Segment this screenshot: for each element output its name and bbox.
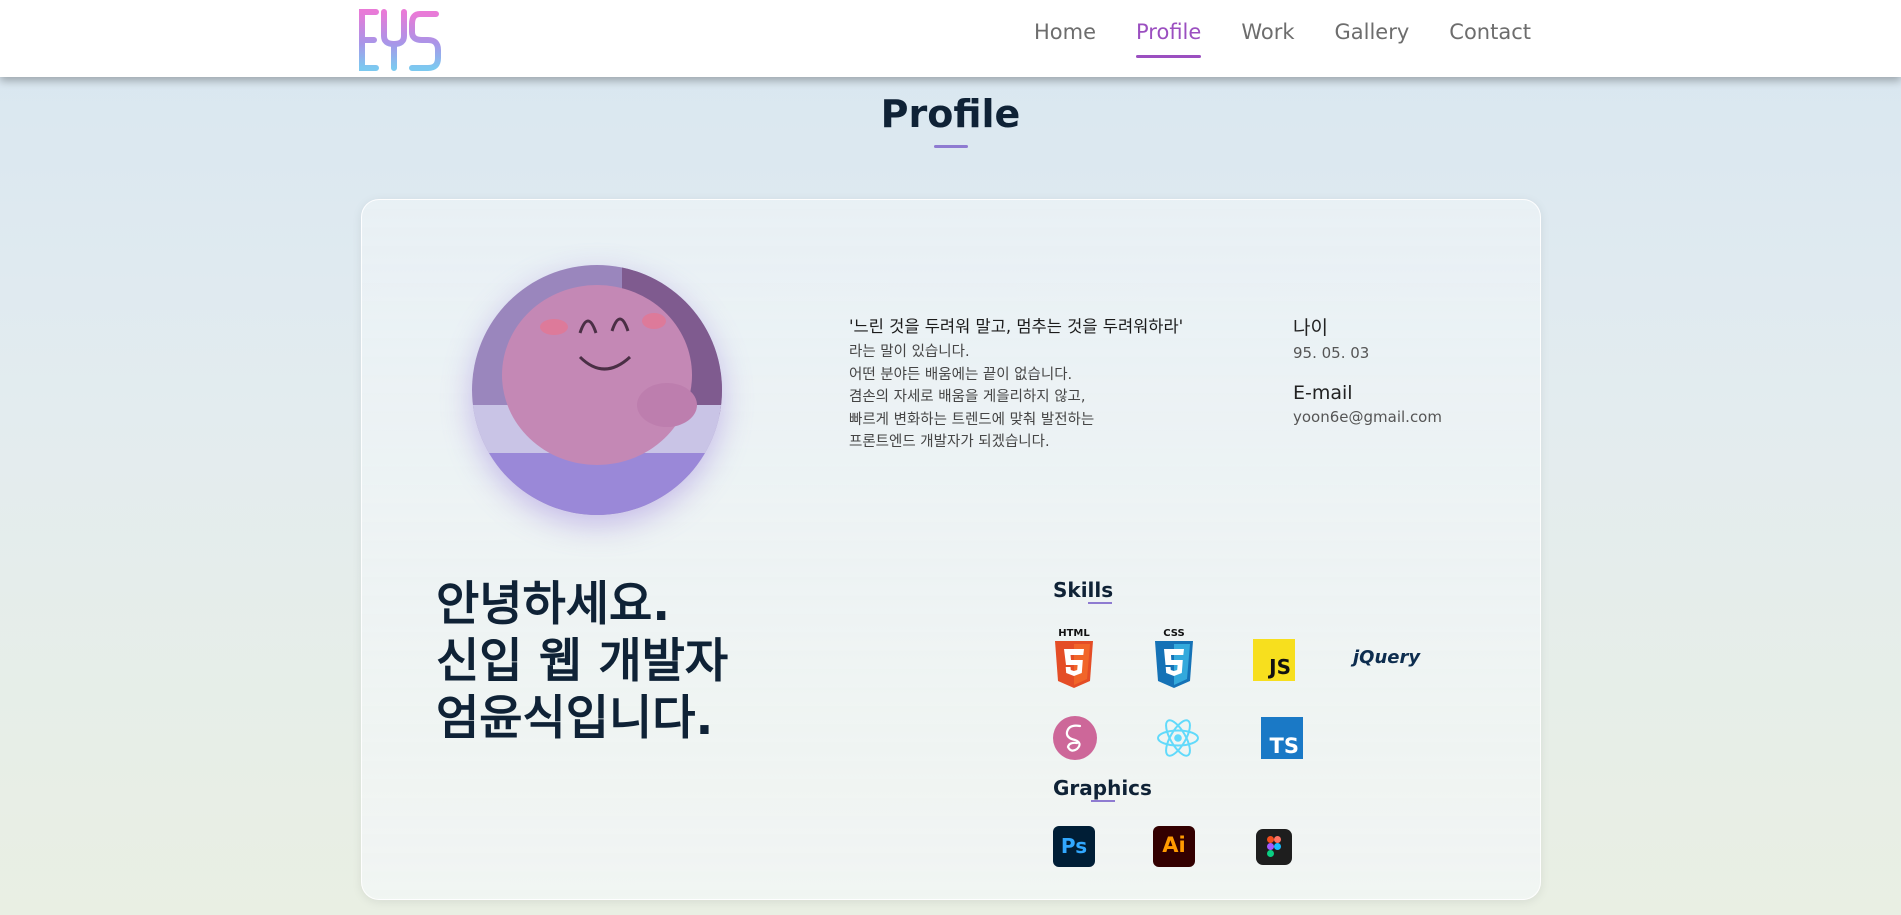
title-underline: [934, 145, 968, 148]
photoshop-icon: Ps: [1053, 826, 1095, 867]
typescript-icon: TS: [1261, 717, 1303, 759]
jquery-icon-label: jQuery: [1353, 647, 1421, 668]
info-block: 나이 95. 05. 03 E-mail yoon6e@gmail.com: [1293, 313, 1442, 426]
quote-title: '느린 것을 두려워 말고, 멈추는 것을 두려워하라': [849, 317, 1184, 336]
greeting-line: 신입 웹 개발자: [436, 634, 729, 689]
figma-icon: [1256, 829, 1292, 865]
ai-icon-label: Ai: [1162, 833, 1186, 857]
avatar-illustration: [472, 265, 722, 515]
greeting: 안녕하세요. 신입 웹 개발자 엄윤식입니다.: [436, 576, 728, 747]
site-header: Home Profile Work Gallery Contact: [0, 0, 1901, 77]
sass-icon: [1053, 716, 1097, 760]
quote-line: 겸손의 자세로 배움을 게을리하지 않고,: [849, 389, 1086, 405]
css3-icon: CSS: [1155, 628, 1193, 688]
css-icon-label: CSS: [1163, 628, 1184, 639]
graphics-underline: [1091, 800, 1115, 802]
section-title: Profile: [880, 92, 1021, 136]
quote-line: 라는 말이 있습니다.: [849, 344, 970, 360]
graphics-heading: Graphics: [1053, 776, 1152, 800]
js-icon-label: JS: [1269, 655, 1291, 679]
ts-icon-label: TS: [1269, 734, 1299, 758]
main-nav: Home Profile Work Gallery Contact: [994, 0, 1531, 64]
javascript-icon: JS: [1253, 639, 1295, 681]
quote-line: 빠르게 변화하는 트렌드에 맞춰 발전하는: [849, 411, 1095, 428]
avatar: [472, 265, 722, 515]
html-icon-label: HTML: [1058, 628, 1090, 639]
quote-block: '느린 것을 두려워 말고, 멈추는 것을 두려워하라' 라는 말이 있습니다.…: [849, 313, 1229, 454]
react-icon: [1157, 719, 1199, 757]
nav-contact[interactable]: Contact: [1449, 0, 1531, 64]
quote-line: 어떤 분야든 배움에는 끝이 없습니다.: [849, 366, 1073, 383]
quote-line: 프론트엔드 개발자가 되겠습니다.: [849, 434, 1050, 450]
illustrator-icon: Ai: [1153, 826, 1195, 867]
logo-icon[interactable]: [356, 6, 446, 74]
age-label: 나이: [1293, 317, 1328, 339]
jquery-icon: jQuery: [1353, 647, 1439, 674]
ps-icon-label: Ps: [1060, 834, 1088, 858]
nav-work[interactable]: Work: [1241, 0, 1294, 64]
html5-icon: HTML: [1055, 628, 1093, 688]
email-value[interactable]: yoon6e@gmail.com: [1293, 408, 1442, 426]
nav-gallery[interactable]: Gallery: [1335, 0, 1410, 64]
greeting-line: 엄윤식입니다.: [436, 691, 714, 746]
greeting-line: 안녕하세요.: [436, 577, 671, 632]
skills-underline: [1088, 602, 1112, 604]
skills-heading: Skills: [1053, 578, 1114, 602]
email-label: E-mail: [1293, 382, 1353, 404]
age-value: 95. 05. 03: [1293, 344, 1370, 362]
nav-profile[interactable]: Profile: [1136, 0, 1202, 64]
nav-home[interactable]: Home: [1034, 0, 1096, 64]
